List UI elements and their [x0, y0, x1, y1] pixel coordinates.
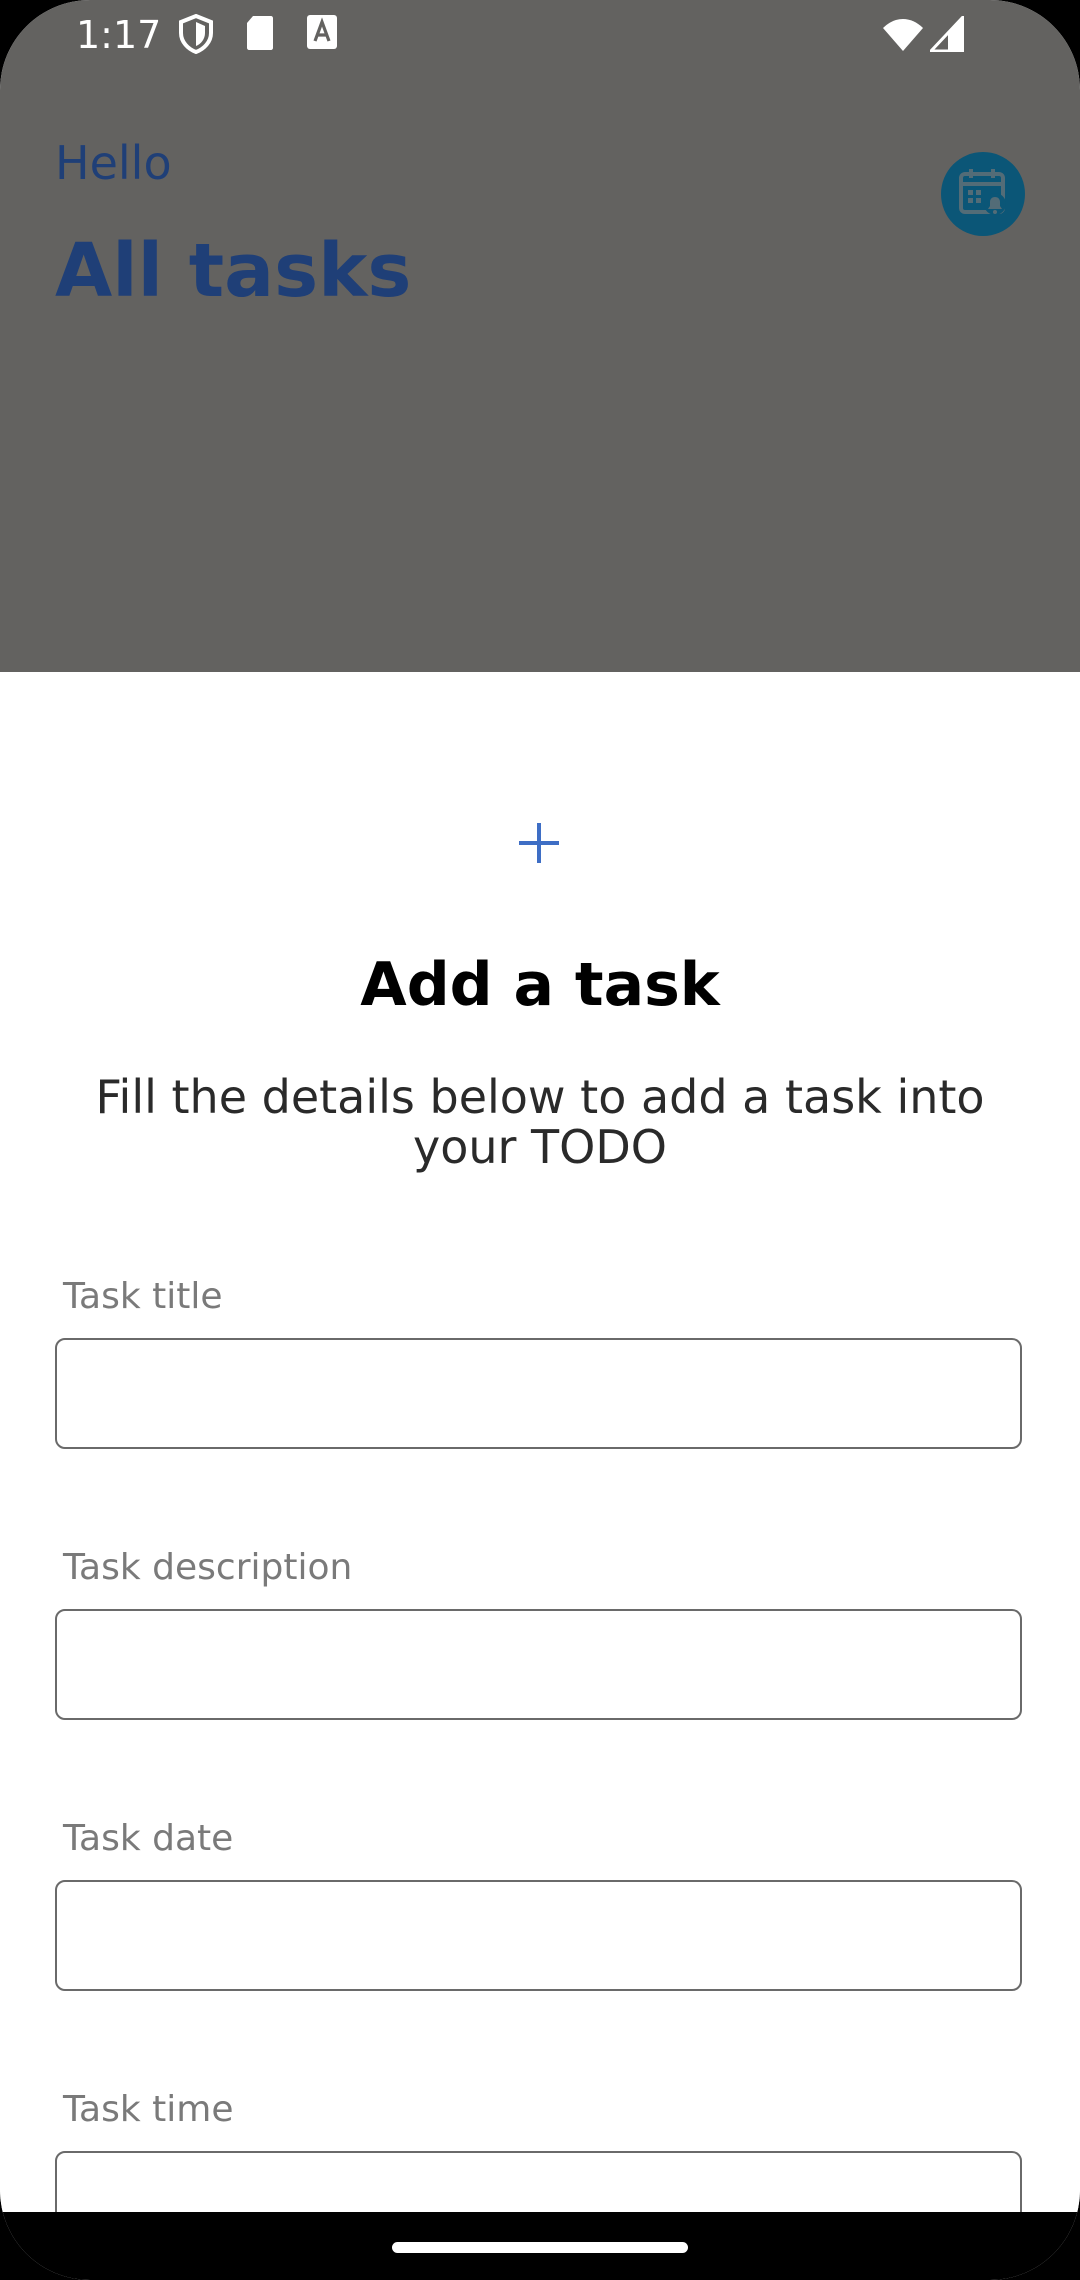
task-title-input[interactable]: [55, 1338, 1022, 1449]
screen: 1:17 Hello All tasks Add a task Fill the…: [0, 0, 1080, 2280]
task-description-label: Task description: [63, 1547, 353, 1588]
status-time: 1:17: [76, 13, 162, 57]
task-date-input[interactable]: [55, 1880, 1022, 1991]
calendar-button[interactable]: [941, 152, 1025, 236]
home-gesture-handle[interactable]: [392, 2242, 688, 2253]
sd-card-icon: [245, 14, 275, 56]
background-app-scrim[interactable]: 1:17 Hello All tasks: [0, 0, 1080, 672]
task-time-label: Task time: [63, 2089, 234, 2130]
plus-icon: [516, 820, 562, 866]
page-title: All tasks: [55, 228, 412, 314]
font-icon: [306, 14, 338, 54]
sheet-subtitle: Fill the details below to add a task int…: [95, 1070, 985, 1174]
task-date-label: Task date: [63, 1818, 234, 1859]
task-title-label: Task title: [63, 1276, 223, 1317]
navigation-bar: [0, 2212, 1080, 2280]
task-description-input[interactable]: [55, 1609, 1022, 1720]
sheet-title: Add a task: [360, 950, 720, 1020]
calendar-bell-icon: [957, 166, 1009, 222]
signal-icon: [927, 13, 965, 56]
shield-icon: [178, 13, 214, 58]
add-task-sheet: Add a task Fill the details below to add…: [0, 672, 1080, 2262]
greeting-text: Hello: [55, 136, 172, 190]
wifi-icon: [882, 18, 924, 56]
status-bar: 1:17: [0, 0, 1080, 70]
